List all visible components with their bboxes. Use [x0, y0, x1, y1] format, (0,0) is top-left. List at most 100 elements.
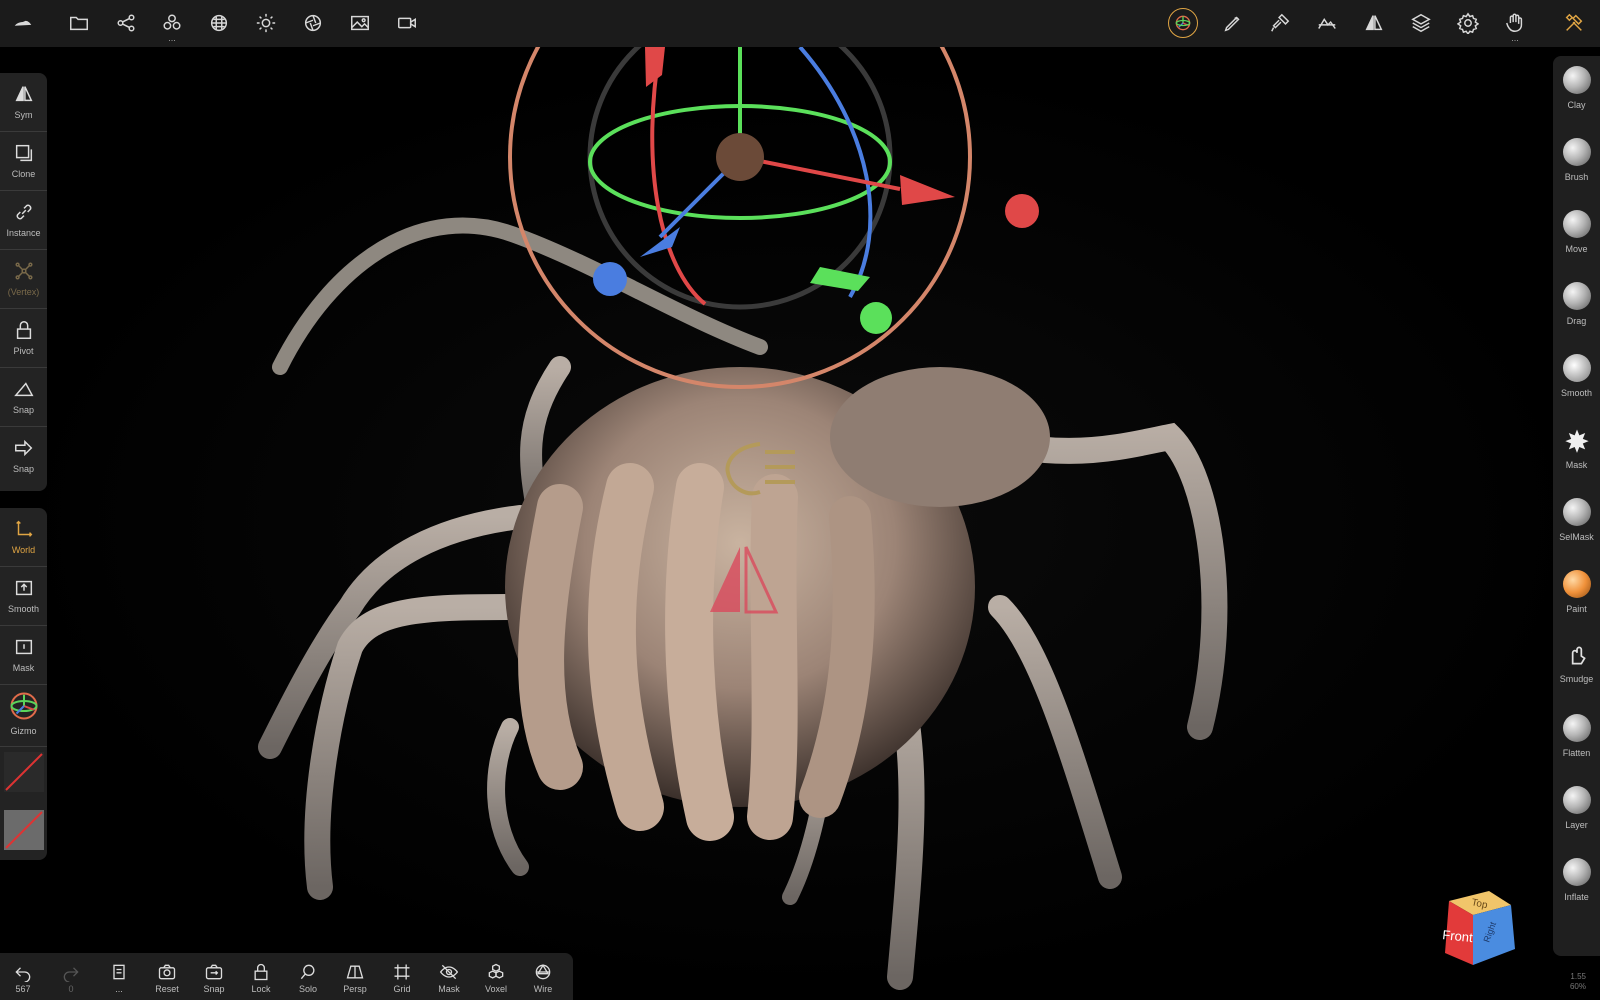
- color-swatch-secondary[interactable]: [4, 810, 44, 850]
- voxel-icon: [488, 963, 504, 979]
- light-icon[interactable]: [253, 10, 279, 36]
- stats-line-2: 60%: [1569, 982, 1586, 991]
- brush-flatten[interactable]: Flatten: [1553, 704, 1600, 776]
- gizmo-label: Gizmo: [10, 726, 37, 736]
- history-button[interactable]: ...: [96, 953, 142, 1000]
- brush-paint[interactable]: Paint: [1553, 560, 1600, 632]
- standard-brush-icon: [1562, 138, 1591, 166]
- performance-stats: 1.55 60%: [1570, 972, 1586, 992]
- gizmo-icon: [10, 692, 37, 720]
- gizmo-tool-icon[interactable]: [1168, 8, 1198, 38]
- snap-camera-label: Snap: [203, 984, 225, 994]
- brush-label: Clay: [1567, 100, 1586, 110]
- video-camera-icon[interactable]: [394, 10, 420, 36]
- voxel-label: Voxel: [484, 984, 508, 994]
- color-swatch-primary[interactable]: [4, 752, 44, 792]
- clone-label: Clone: [11, 169, 36, 179]
- solo-button[interactable]: Solo: [285, 953, 331, 1000]
- brush-label: SelMask: [1559, 532, 1594, 542]
- brush-layer[interactable]: Layer: [1553, 776, 1600, 848]
- brush-label: Mask: [1565, 460, 1588, 470]
- selmask-brush-icon: [1562, 498, 1591, 526]
- 3d-viewport[interactable]: Top Front Right: [0, 47, 1600, 1000]
- vertex-label: (Vertex): [7, 287, 40, 297]
- reset-button[interactable]: Reset: [144, 953, 190, 1000]
- wire-button[interactable]: Wire: [520, 953, 566, 1000]
- brush-label: Smudge: [1559, 674, 1594, 684]
- snap-move-label: Snap: [12, 464, 35, 474]
- top-toolbar: ... ...: [0, 0, 1600, 47]
- brush-inflate[interactable]: Inflate: [1553, 848, 1600, 920]
- snap-button[interactable]: Snap: [0, 368, 47, 426]
- smooth-button[interactable]: Smooth: [0, 567, 47, 625]
- brush-selmask[interactable]: SelMask: [1553, 488, 1600, 560]
- sym-label: Sym: [14, 110, 33, 120]
- clone-button[interactable]: Clone: [0, 132, 47, 190]
- cube-front-label: Front: [1442, 927, 1474, 945]
- undo-count: 567: [15, 984, 31, 994]
- snap-camera-button[interactable]: Snap: [191, 953, 237, 1000]
- instance-button[interactable]: Instance: [0, 191, 47, 249]
- lock-button[interactable]: Lock: [238, 953, 284, 1000]
- persp-label: Persp: [343, 984, 367, 994]
- camera-shutter-icon[interactable]: [300, 10, 326, 36]
- sculpt-model: [258, 47, 1228, 990]
- settings-icon[interactable]: [1455, 10, 1481, 36]
- material-sphere-icon[interactable]: [206, 10, 232, 36]
- brush-mask[interactable]: Mask: [1553, 416, 1600, 488]
- mask-label: Mask: [12, 663, 35, 673]
- pivot-button[interactable]: Pivot: [0, 309, 47, 367]
- grid-icon: [394, 964, 410, 980]
- folder-icon[interactable]: [66, 10, 92, 36]
- brush-drag[interactable]: Drag: [1553, 272, 1600, 344]
- gizmo-button[interactable]: Gizmo: [0, 685, 47, 745]
- persp-button[interactable]: Persp: [332, 953, 378, 1000]
- layers-icon[interactable]: [1408, 10, 1434, 36]
- scene-graph-icon[interactable]: [113, 10, 139, 36]
- brush-smooth[interactable]: Smooth: [1553, 344, 1600, 416]
- paint-brush-icon: [1562, 570, 1591, 598]
- redo-button[interactable]: 0: [48, 953, 94, 1000]
- link-icon: [16, 204, 31, 220]
- image-icon[interactable]: [347, 10, 373, 36]
- lock-label: Lock: [251, 984, 271, 994]
- objects-icon[interactable]: ...: [159, 10, 185, 43]
- redo-icon: [63, 967, 79, 982]
- solo-label: Solo: [298, 984, 317, 994]
- no-color-slash-icon: [5, 811, 43, 849]
- vertex-button[interactable]: (Vertex): [0, 250, 47, 308]
- logo-icon[interactable]: [10, 10, 36, 36]
- mask-box-icon: [15, 639, 32, 655]
- brush-brush[interactable]: Brush: [1553, 128, 1600, 200]
- symmetry-icon: [15, 86, 32, 102]
- mask-visibility-button[interactable]: Mask: [426, 953, 472, 1000]
- brush-label: Smooth: [1560, 388, 1593, 398]
- wire-label: Wire: [533, 984, 553, 994]
- brush-move[interactable]: Move: [1553, 200, 1600, 272]
- view-cube[interactable]: Top Front Right: [1437, 883, 1517, 965]
- sym-button[interactable]: Sym: [0, 73, 47, 131]
- clay-brush-icon: [1562, 66, 1591, 94]
- world-axis-icon: [15, 520, 32, 537]
- tools-icon[interactable]: [1561, 10, 1587, 36]
- symmetry-icon[interactable]: [1361, 10, 1387, 36]
- voxel-button[interactable]: Voxel: [473, 953, 519, 1000]
- brush-smudge[interactable]: Smudge: [1553, 632, 1600, 704]
- layer-brush-icon: [1562, 786, 1591, 814]
- drag-brush-icon: [1562, 282, 1591, 310]
- move-brush-icon: [1562, 210, 1591, 238]
- brush-icon[interactable]: [1220, 10, 1246, 36]
- paint-icon[interactable]: [1267, 10, 1293, 36]
- undo-button[interactable]: 567: [0, 953, 46, 1000]
- hand-icon[interactable]: ...: [1502, 10, 1528, 43]
- grid-button[interactable]: Grid: [379, 953, 425, 1000]
- brush-clay[interactable]: Clay: [1553, 56, 1600, 128]
- snap-camera-icon: [205, 964, 223, 980]
- pivot-label: Pivot: [13, 346, 34, 356]
- mask-button[interactable]: Mask: [0, 626, 47, 684]
- lock-icon: [16, 321, 31, 339]
- topology-icon[interactable]: [1314, 10, 1340, 36]
- snap-move-button[interactable]: Snap: [0, 427, 47, 485]
- world-button[interactable]: World: [0, 508, 47, 566]
- grid-label: Grid: [393, 984, 411, 994]
